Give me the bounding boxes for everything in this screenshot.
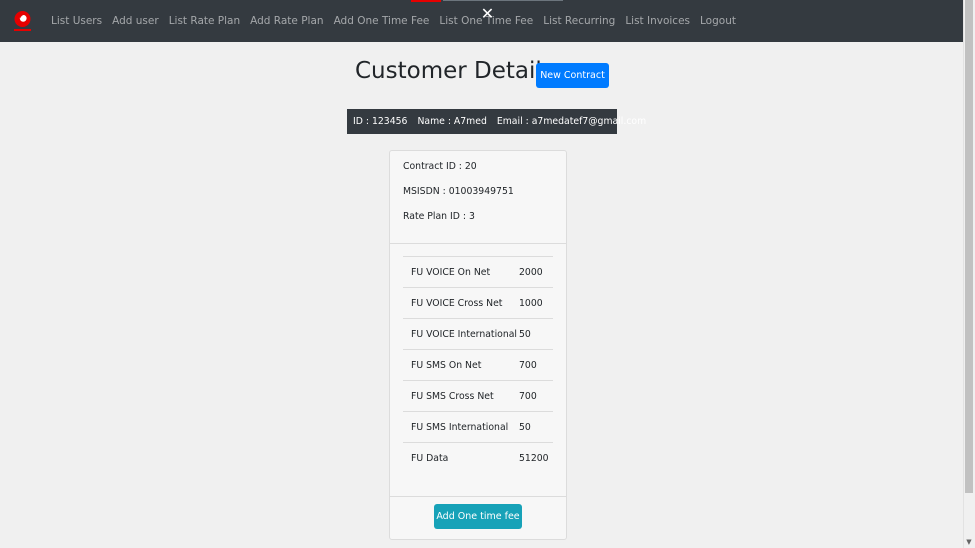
nav-link-add-rate-plan[interactable]: Add Rate Plan xyxy=(250,15,323,27)
msisdn: MSISDN : 01003949751 xyxy=(403,186,514,197)
rate-plan-id: Rate Plan ID : 3 xyxy=(403,211,475,222)
close-icon[interactable]: ✕ xyxy=(474,2,501,24)
fu-name: FU SMS Cross Net xyxy=(411,390,494,402)
nav-links: List Users Add user List Rate Plan Add R… xyxy=(51,0,746,42)
fu-value: 700 xyxy=(519,359,537,371)
fu-name: FU SMS International xyxy=(411,421,509,433)
fu-value: 50 xyxy=(519,328,531,340)
card-divider xyxy=(390,243,566,244)
card-footer-divider xyxy=(390,496,566,497)
nav-link-logout[interactable]: Logout xyxy=(700,15,736,27)
add-one-time-fee-button[interactable]: Add One time fee xyxy=(434,504,522,529)
fu-name: FU VOICE Cross Net xyxy=(411,297,503,309)
new-contract-button[interactable]: New Contract xyxy=(536,63,609,88)
nav-link-list-users[interactable]: List Users xyxy=(51,15,102,27)
table-row: FU SMS On Net 700 xyxy=(403,349,553,380)
nav-link-add-user[interactable]: Add user xyxy=(112,15,159,27)
customer-info-strip: ID : 123456 Name : A7med Email : a7medat… xyxy=(347,109,646,134)
table-row: FU VOICE Cross Net 1000 xyxy=(403,287,553,318)
customer-email: Email : a7medatef7@gmail.com xyxy=(496,116,647,127)
nav-link-list-rate-plan[interactable]: List Rate Plan xyxy=(169,15,240,27)
fu-name: FU VOICE On Net xyxy=(411,266,491,278)
nav-link-list-recurring[interactable]: List Recurring xyxy=(543,15,615,27)
scrollbar-thumb[interactable] xyxy=(965,0,973,493)
fu-name: FU VOICE International xyxy=(411,328,518,340)
vodafone-logo-icon[interactable] xyxy=(11,9,34,34)
fu-value: 1000 xyxy=(519,297,543,309)
top-navbar: List Users Add user List Rate Plan Add R… xyxy=(0,0,963,42)
customer-id: ID : 123456 xyxy=(353,116,408,127)
nav-link-add-one-time-fee[interactable]: Add One Time Fee xyxy=(334,15,430,27)
customer-name: Name : A7med xyxy=(417,116,487,127)
fu-value: 51200 xyxy=(519,452,549,464)
fu-value: 2000 xyxy=(519,266,543,278)
fu-value: 50 xyxy=(519,421,531,433)
fu-name: FU SMS On Net xyxy=(411,359,482,371)
fu-value: 700 xyxy=(519,390,537,402)
nav-link-list-invoices[interactable]: List Invoices xyxy=(625,15,690,27)
nav-indicator-line xyxy=(443,0,563,1)
table-row: FU Data 51200 xyxy=(403,442,553,473)
scroll-down-arrow-icon[interactable]: ▼ xyxy=(965,538,973,546)
table-row: FU SMS International 50 xyxy=(403,411,553,442)
free-units-table: FU VOICE On Net 2000 FU VOICE Cross Net … xyxy=(403,256,553,473)
table-row: FU VOICE On Net 2000 xyxy=(403,256,553,287)
table-row: FU VOICE International 50 xyxy=(403,318,553,349)
contract-summary: Contract ID : 20 MSISDN : 01003949751 Ra… xyxy=(390,151,566,236)
fu-name: FU Data xyxy=(411,452,449,464)
contract-id: Contract ID : 20 xyxy=(403,161,477,172)
table-row: FU SMS Cross Net 700 xyxy=(403,380,553,411)
page-title: Customer Details xyxy=(355,58,554,84)
contract-card: Contract ID : 20 MSISDN : 01003949751 Ra… xyxy=(389,150,567,540)
nav-active-indicator xyxy=(411,0,441,2)
